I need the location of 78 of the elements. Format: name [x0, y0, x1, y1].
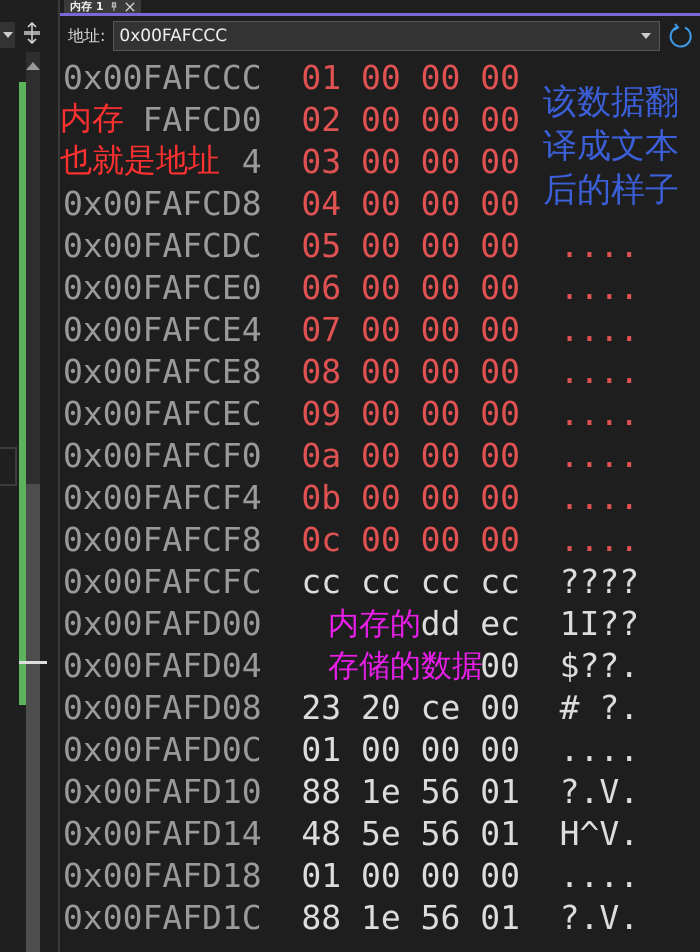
- memory-bytes: 08 00 00 00: [301, 352, 520, 390]
- memory-address: FAFCD0: [142, 100, 262, 138]
- annotation-text: 内存的: [328, 605, 421, 644]
- memory-text: # ?.: [560, 688, 640, 726]
- memory-bytes: 88 1e 56 01: [301, 898, 520, 936]
- caret-icon: [2, 32, 12, 38]
- memory-bytes: 03 00 00 00: [301, 142, 520, 180]
- annotation-text: 该数据翻: [543, 81, 679, 124]
- memory-bytes: 04 00 00 00: [301, 184, 520, 222]
- memory-bytes: 88 1e 56 01: [301, 772, 520, 810]
- memory-text: ?.V.: [560, 772, 640, 810]
- memory-text: ....: [560, 520, 640, 558]
- memory-bytes: cc cc cc cc: [301, 562, 520, 600]
- caret-icon[interactable]: [641, 33, 651, 39]
- memory-bytes: 01 00 00 00: [301, 58, 520, 96]
- memory-address: 0x00FAFD1C: [62, 898, 262, 936]
- memory-bytes: 07 00 00 00: [301, 310, 520, 348]
- memory-text: ....: [560, 856, 640, 894]
- memory-bytes: 09 00 00 00: [301, 394, 520, 432]
- memory-text: H^V.: [560, 814, 640, 852]
- address-field[interactable]: 0x00FAFCCC: [113, 21, 660, 51]
- scroll-up-icon[interactable]: [26, 62, 40, 70]
- memory-address: 0x00FAFD18: [62, 856, 262, 894]
- memory-address: 0x00FAFD0C: [62, 730, 262, 768]
- scrollbar-thumb[interactable]: [26, 484, 40, 952]
- pin-icon[interactable]: [109, 2, 120, 12]
- memory-bytes: 23 20 ce 00: [301, 688, 520, 726]
- memory-address: 0x00FAFCDC: [62, 226, 262, 264]
- memory-address: 0x00FAFD04: [62, 646, 262, 684]
- memory-text: ....: [560, 394, 640, 432]
- memory-bytes: 0a 00 00 00: [301, 436, 520, 474]
- annotation-text: 内存: [60, 98, 124, 139]
- memory-text: ....: [560, 730, 640, 768]
- scroll-marker: [19, 661, 47, 664]
- memory-address: 0x00FAFD00: [62, 604, 262, 642]
- annotation-text: 译成文本: [543, 125, 679, 168]
- memory-address: 0x00FAFCF8: [62, 520, 262, 558]
- memory-address: 0x00FAFCD8: [62, 184, 262, 222]
- memory-bytes: 01 00 00 00: [301, 730, 520, 768]
- memory-text: ....: [560, 310, 640, 348]
- memory-bytes: 0c 00 00 00: [301, 520, 520, 558]
- memory-bytes: 02 00 00 00: [301, 100, 520, 138]
- memory-bytes: 06 00 00 00: [301, 268, 520, 306]
- memory-address: 0x00FAFCEC: [62, 394, 262, 432]
- close-icon[interactable]: [125, 2, 136, 12]
- memory-address: 0x00FAFD10: [62, 772, 262, 810]
- memory-text: ....: [560, 436, 640, 474]
- memory-address: 0x00FAFCCC: [62, 58, 262, 96]
- annotation-text: 存储的数据: [328, 647, 483, 686]
- memory-address: 4: [242, 142, 262, 180]
- memory-address: 0x00FAFCE0: [62, 268, 262, 306]
- memory-address: 0x00FAFCE4: [62, 310, 262, 348]
- annotation-text: 也就是地址: [60, 140, 220, 181]
- memory-address: 0x00FAFCF0: [62, 436, 262, 474]
- memory-bytes: 01 00 00 00: [301, 856, 520, 894]
- memory-address: 0x00FAFCF4: [62, 478, 262, 516]
- memory-tab[interactable]: 内存 1: [64, 0, 142, 13]
- refresh-icon[interactable]: [668, 23, 694, 49]
- memory-bytes: 48 5e 56 01: [301, 814, 520, 852]
- memory-text: ....: [560, 226, 640, 264]
- memory-text: ????: [560, 562, 640, 600]
- address-label: 地址:: [68, 26, 106, 46]
- memory-text: ....: [560, 352, 640, 390]
- memory-address: 0x00FAFCE8: [62, 352, 262, 390]
- memory-address: 0x00FAFD08: [62, 688, 262, 726]
- memory-address: 0x00FAFD14: [62, 814, 262, 852]
- dropdown[interactable]: [0, 22, 15, 48]
- split-icon[interactable]: [23, 22, 41, 44]
- memory-bytes: 0b 00 00 00: [301, 478, 520, 516]
- memory-bytes: 05 00 00 00: [301, 226, 520, 264]
- memory-address: 0x00FAFCFC: [62, 562, 262, 600]
- memory-bytes: dd ec: [420, 604, 520, 642]
- memory-text: 1I??: [560, 604, 640, 642]
- memory-text: ....: [560, 268, 640, 306]
- memory-text: $??.: [560, 646, 640, 684]
- memory-text: ?.V.: [560, 898, 640, 936]
- memory-text: ....: [560, 478, 640, 516]
- annotation-text: 后的样子: [543, 169, 679, 212]
